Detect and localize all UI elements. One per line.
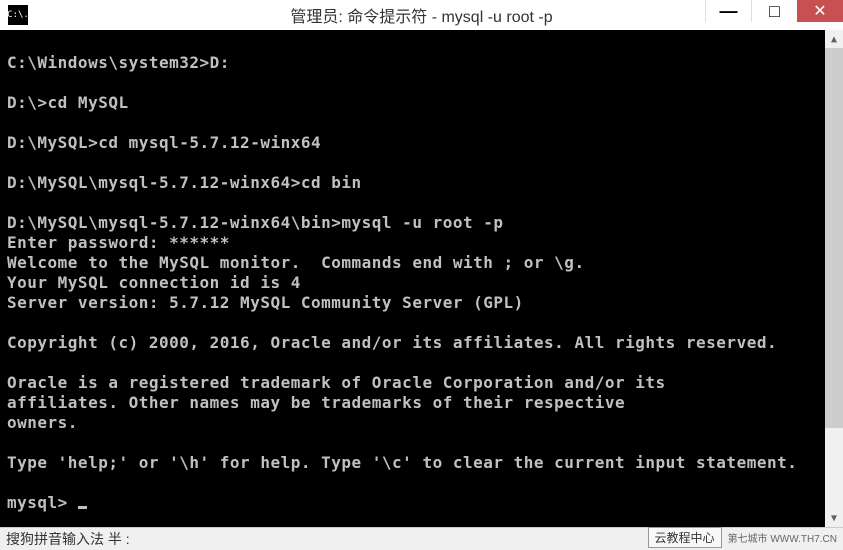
cursor-icon bbox=[78, 506, 87, 509]
scroll-down-arrow-icon[interactable]: ▼ bbox=[825, 509, 843, 527]
app-icon: C:\. bbox=[8, 5, 28, 25]
minimize-button[interactable]: — bbox=[705, 0, 751, 22]
ime-right: 云教程中心 第七城市 WWW.TH7.CN bbox=[648, 527, 837, 548]
terminal-text: C:\Windows\system32>D: D:\>cd MySQL D:\M… bbox=[7, 53, 797, 472]
titlebar: C:\. 管理员: 命令提示符 - mysql -u root -p — □ ✕ bbox=[0, 0, 843, 30]
scrollbar-thumb[interactable] bbox=[825, 48, 843, 428]
close-button[interactable]: ✕ bbox=[797, 0, 843, 22]
ime-bar: 搜狗拼音输入法 半 : 云教程中心 第七城市 WWW.TH7.CN bbox=[0, 527, 843, 550]
window-controls: — □ ✕ bbox=[705, 0, 843, 22]
ime-badge[interactable]: 云教程中心 bbox=[648, 527, 722, 548]
ime-label: 搜狗拼音输入法 半 : bbox=[6, 529, 130, 549]
maximize-button[interactable]: □ bbox=[751, 0, 797, 22]
scroll-up-arrow-icon[interactable]: ▲ bbox=[825, 30, 843, 48]
terminal-prompt: mysql> bbox=[7, 493, 78, 512]
window-title: 管理员: 命令提示符 - mysql -u root -p bbox=[290, 3, 552, 27]
watermark: 第七城市 WWW.TH7.CN bbox=[728, 530, 837, 545]
terminal-output[interactable]: C:\Windows\system32>D: D:\>cd MySQL D:\M… bbox=[0, 30, 843, 527]
scrollbar[interactable]: ▲ ▼ bbox=[825, 30, 843, 527]
